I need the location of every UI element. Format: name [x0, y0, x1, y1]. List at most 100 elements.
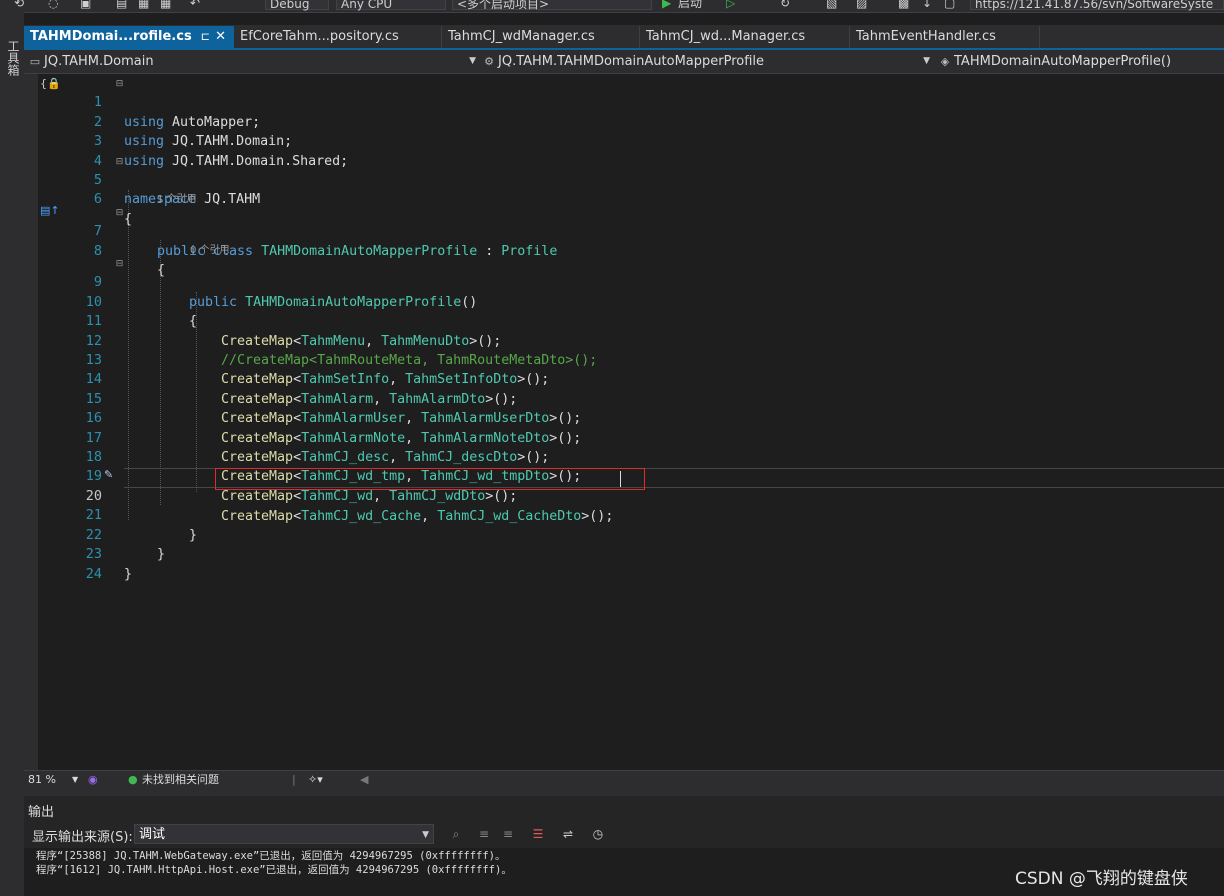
line-number: 3 — [93, 133, 102, 150]
issues-status[interactable]: 未找到相关问题 — [142, 772, 219, 788]
type-arg: TahmAlarmDto — [389, 391, 486, 407]
check-circle-icon: ● — [128, 773, 138, 786]
startup-project-select[interactable]: <多个启动项目> — [452, 0, 652, 11]
code-line: 12 //CreateMap<TahmRouteMeta, TahmRouteM… — [0, 312, 598, 368]
line-number: 10 — [85, 293, 102, 310]
fold-toggle[interactable]: ⊟ — [115, 260, 124, 269]
code-line: 2 using JQ.TAHM.Domain; — [0, 93, 292, 149]
undo-icon[interactable]: ↶ — [190, 0, 200, 11]
project-dropdown[interactable]: ▭ JQ.TAHM.Domain ▼ — [28, 52, 478, 71]
layout-icon[interactable]: ▨ — [856, 0, 867, 11]
code-cleanup-icon[interactable]: ✧▾ — [308, 772, 323, 788]
find-message-icon[interactable]: ⌕ — [448, 826, 464, 842]
word-wrap-icon[interactable]: ⇌ — [560, 826, 576, 842]
scroll-left-icon[interactable]: ◀ — [360, 772, 368, 788]
start-without-debug-icon[interactable]: ▷ — [726, 0, 735, 11]
paintbrush-icon[interactable]: ✎ — [104, 468, 113, 481]
output-source-select[interactable]: 调试 ▼ — [134, 824, 434, 844]
line-number: 15 — [85, 390, 102, 407]
code-line: 15 CreateMap<TahmAlarmUser, TahmAlarmUse… — [0, 370, 582, 426]
fold-toggle[interactable]: ⊟ — [115, 80, 124, 89]
fold-toggle[interactable]: ⊟ — [115, 158, 124, 167]
code-editor[interactable] — [38, 74, 1224, 770]
clock-icon[interactable]: ◷ — [590, 826, 606, 842]
download-icon[interactable]: ↓ — [922, 0, 932, 11]
line-number: 2 — [93, 113, 102, 130]
quick-actions-icon[interactable]: {🔒 — [40, 77, 61, 90]
class-dropdown[interactable]: ⚙ JQ.TAHM.TAHMDomainAutoMapperProfile ▼ — [482, 52, 932, 71]
tab-label: TahmCJ_wd...Manager.cs — [646, 29, 806, 44]
code-line: 22 } — [0, 506, 165, 562]
line-number: 13 — [85, 352, 102, 368]
type-arg: TahmSetInfo — [301, 372, 390, 388]
toolbox-label[interactable]: 工具箱 — [3, 40, 20, 76]
tab-efcore-repository[interactable]: EfCoreTahm...pository.cs — [234, 26, 442, 48]
window-icon[interactable]: ▢ — [944, 0, 955, 11]
class-icon: ⚙ — [484, 55, 494, 68]
back-icon[interactable]: ⟲ — [14, 0, 24, 11]
close-icon[interactable]: ✕ — [215, 26, 226, 48]
save-all-icon[interactable]: ▦ — [160, 0, 171, 11]
line-number: 16 — [85, 410, 102, 427]
member-dropdown[interactable]: ◈ TAHMDomainAutoMapperProfile() — [938, 52, 1222, 71]
code-line: 3 using JQ.TAHM.Domain.Shared; — [0, 113, 348, 168]
platform-select[interactable]: Any CPU — [336, 0, 446, 11]
code-text: JQ.TAHM.Domain.Shared; — [164, 153, 349, 169]
open-folder-icon[interactable]: ▤ — [116, 0, 127, 11]
type-arg: TahmCJ_desc — [301, 450, 390, 465]
fold-toggle[interactable]: ⊟ — [115, 209, 124, 218]
code-line: 11 CreateMap<TahmMenu, TahmMenuDto>(); — [0, 293, 502, 348]
class-name: TAHMDomainAutoMapperProfile — [261, 243, 478, 259]
next-message-icon[interactable]: ≡ — [500, 826, 516, 842]
code-text: { — [124, 211, 133, 227]
divider: | — [292, 773, 296, 786]
new-item-icon[interactable]: ▣ — [80, 0, 91, 11]
code-line: 20 CreateMap<TahmCJ_wd_Cache, TahmCJ_wd_… — [0, 468, 614, 523]
code-text: AutoMapper; — [164, 114, 261, 130]
start-icon[interactable]: ▶ — [662, 0, 671, 11]
copilot-icon[interactable]: ◉ — [88, 772, 98, 788]
code-line: 9 public TAHMDomainAutoMapperProfile() — [0, 254, 477, 309]
tab-automapper-profile[interactable]: TAHMDomai...rofile.cs ⊏ ✕ — [24, 26, 234, 48]
codelens-references[interactable]: 1 个引用 — [157, 190, 197, 205]
main-toolbar: ⟲ ◌ ▣ ▤ ▦ ▦ ↶ Debug Any CPU <多个启动项目> ▶ 启… — [0, 0, 1224, 13]
clear-all-icon[interactable]: ☰ — [530, 826, 546, 842]
forward-icon[interactable]: ◌ — [48, 0, 58, 11]
line-number: 23 — [85, 546, 102, 563]
line-number: 11 — [85, 313, 102, 330]
keyword: public — [189, 294, 238, 310]
document-tabs: TAHMDomai...rofile.cs ⊏ ✕ EfCoreTahm...p… — [24, 25, 1224, 48]
pin-icon[interactable]: ⊏ — [201, 26, 210, 48]
method-icon: ◈ — [940, 55, 950, 68]
refresh-icon[interactable]: ↻ — [780, 0, 790, 11]
method-name: CreateMap — [221, 411, 294, 427]
type-arg: TahmMenu — [301, 333, 366, 349]
output-line: 程序“[1612] JQ.TAHM.HttpApi.Host.exe”已退出，返… — [36, 864, 512, 876]
zoom-level[interactable]: 81 % — [28, 772, 56, 788]
code-text: JQ.TAHM.Domain; — [164, 134, 293, 150]
method-name: CreateMap — [221, 372, 294, 388]
panel-splitter[interactable] — [24, 788, 1224, 796]
previous-message-icon[interactable]: ≡ — [476, 826, 492, 842]
browser-icon[interactable]: ▧ — [826, 0, 837, 11]
chevron-down-icon[interactable]: ▼ — [72, 772, 78, 788]
code-text: JQ.TAHM — [196, 192, 261, 208]
tab-wd-manager[interactable]: TahmCJ_wdManager.cs — [442, 26, 640, 48]
save-icon[interactable]: ▦ — [138, 0, 149, 11]
tab-event-handler[interactable]: TahmEventHandler.cs — [850, 26, 1040, 48]
tab-label: TahmCJ_wdManager.cs — [448, 29, 595, 44]
type-arg: TahmAlarm — [301, 391, 374, 407]
tool-icon[interactable]: ▩ — [898, 0, 909, 11]
svn-url-field[interactable]: https://121.41.87.56/svn/SoftwareSyste — [970, 0, 1224, 11]
tab-wd-other-manager[interactable]: TahmCJ_wd...Manager.cs — [640, 26, 850, 48]
code-line: 24 — [0, 545, 102, 582]
code-text: } — [189, 527, 198, 543]
line-number: 6 — [93, 191, 102, 208]
start-button[interactable]: 启动 — [678, 0, 702, 11]
member-name: TAHMDomainAutoMapperProfile() — [954, 54, 1172, 69]
code-line: 17 CreateMap<TahmCJ_desc, TahmCJ_descDto… — [0, 409, 550, 465]
configuration-select[interactable]: Debug — [265, 0, 329, 11]
line-number: 14 — [85, 371, 102, 388]
codelens-references[interactable]: 0 个引用 — [190, 241, 230, 256]
code-line: 10 { — [0, 273, 197, 329]
